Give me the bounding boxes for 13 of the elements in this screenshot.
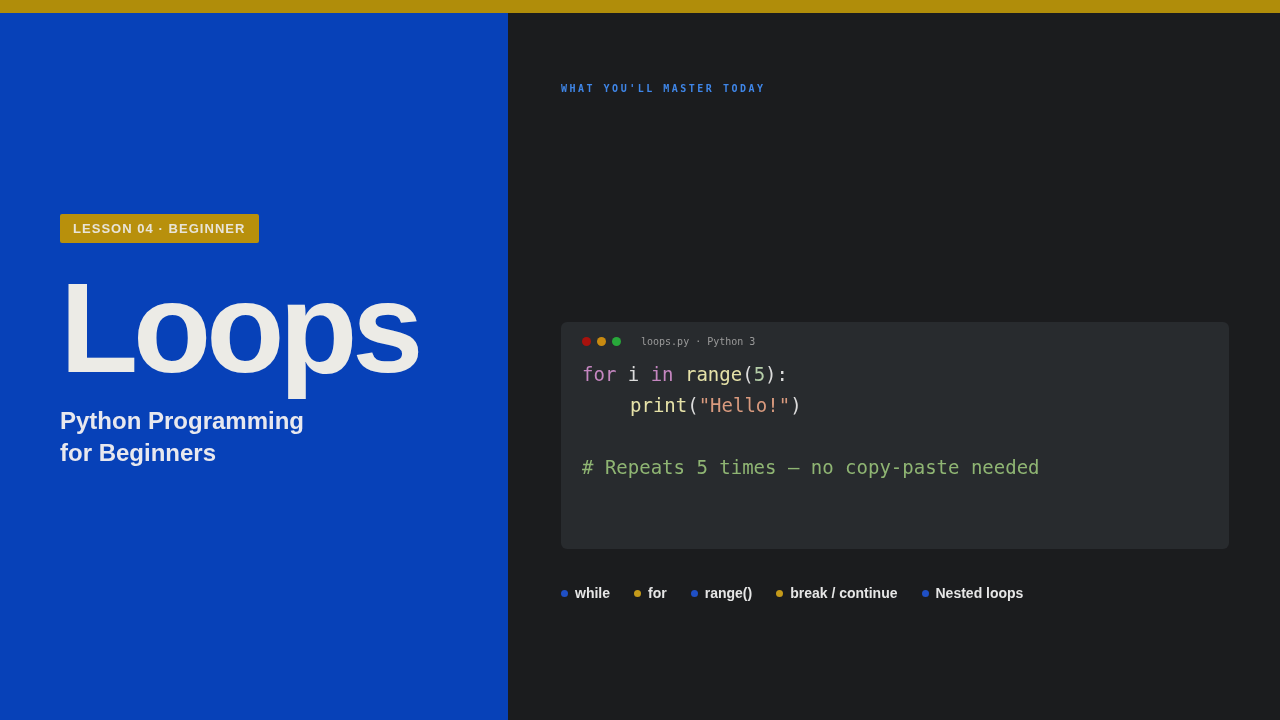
file-name: loops.py · Python 3: [641, 335, 756, 349]
section-label: WHAT YOU'LL MASTER TODAY: [561, 82, 767, 96]
topic-label: Nested loops: [935, 584, 1024, 603]
topic-label: range(): [704, 584, 753, 603]
lesson-badge: LESSON 04 · BEGINNER: [60, 213, 259, 244]
code-line: print("Hello!"): [630, 393, 802, 418]
topic-label: break / continue: [790, 584, 898, 603]
lesson-title: Loops: [60, 255, 420, 402]
code-line: for i in range(5):: [582, 362, 788, 387]
topic-label: for: [648, 584, 667, 603]
topic-label: while: [575, 584, 610, 603]
code-comment: # Repeats 5 times — no copy-paste needed: [582, 455, 1040, 480]
lesson-subtitle: Python Programming for Beginners: [60, 406, 306, 469]
